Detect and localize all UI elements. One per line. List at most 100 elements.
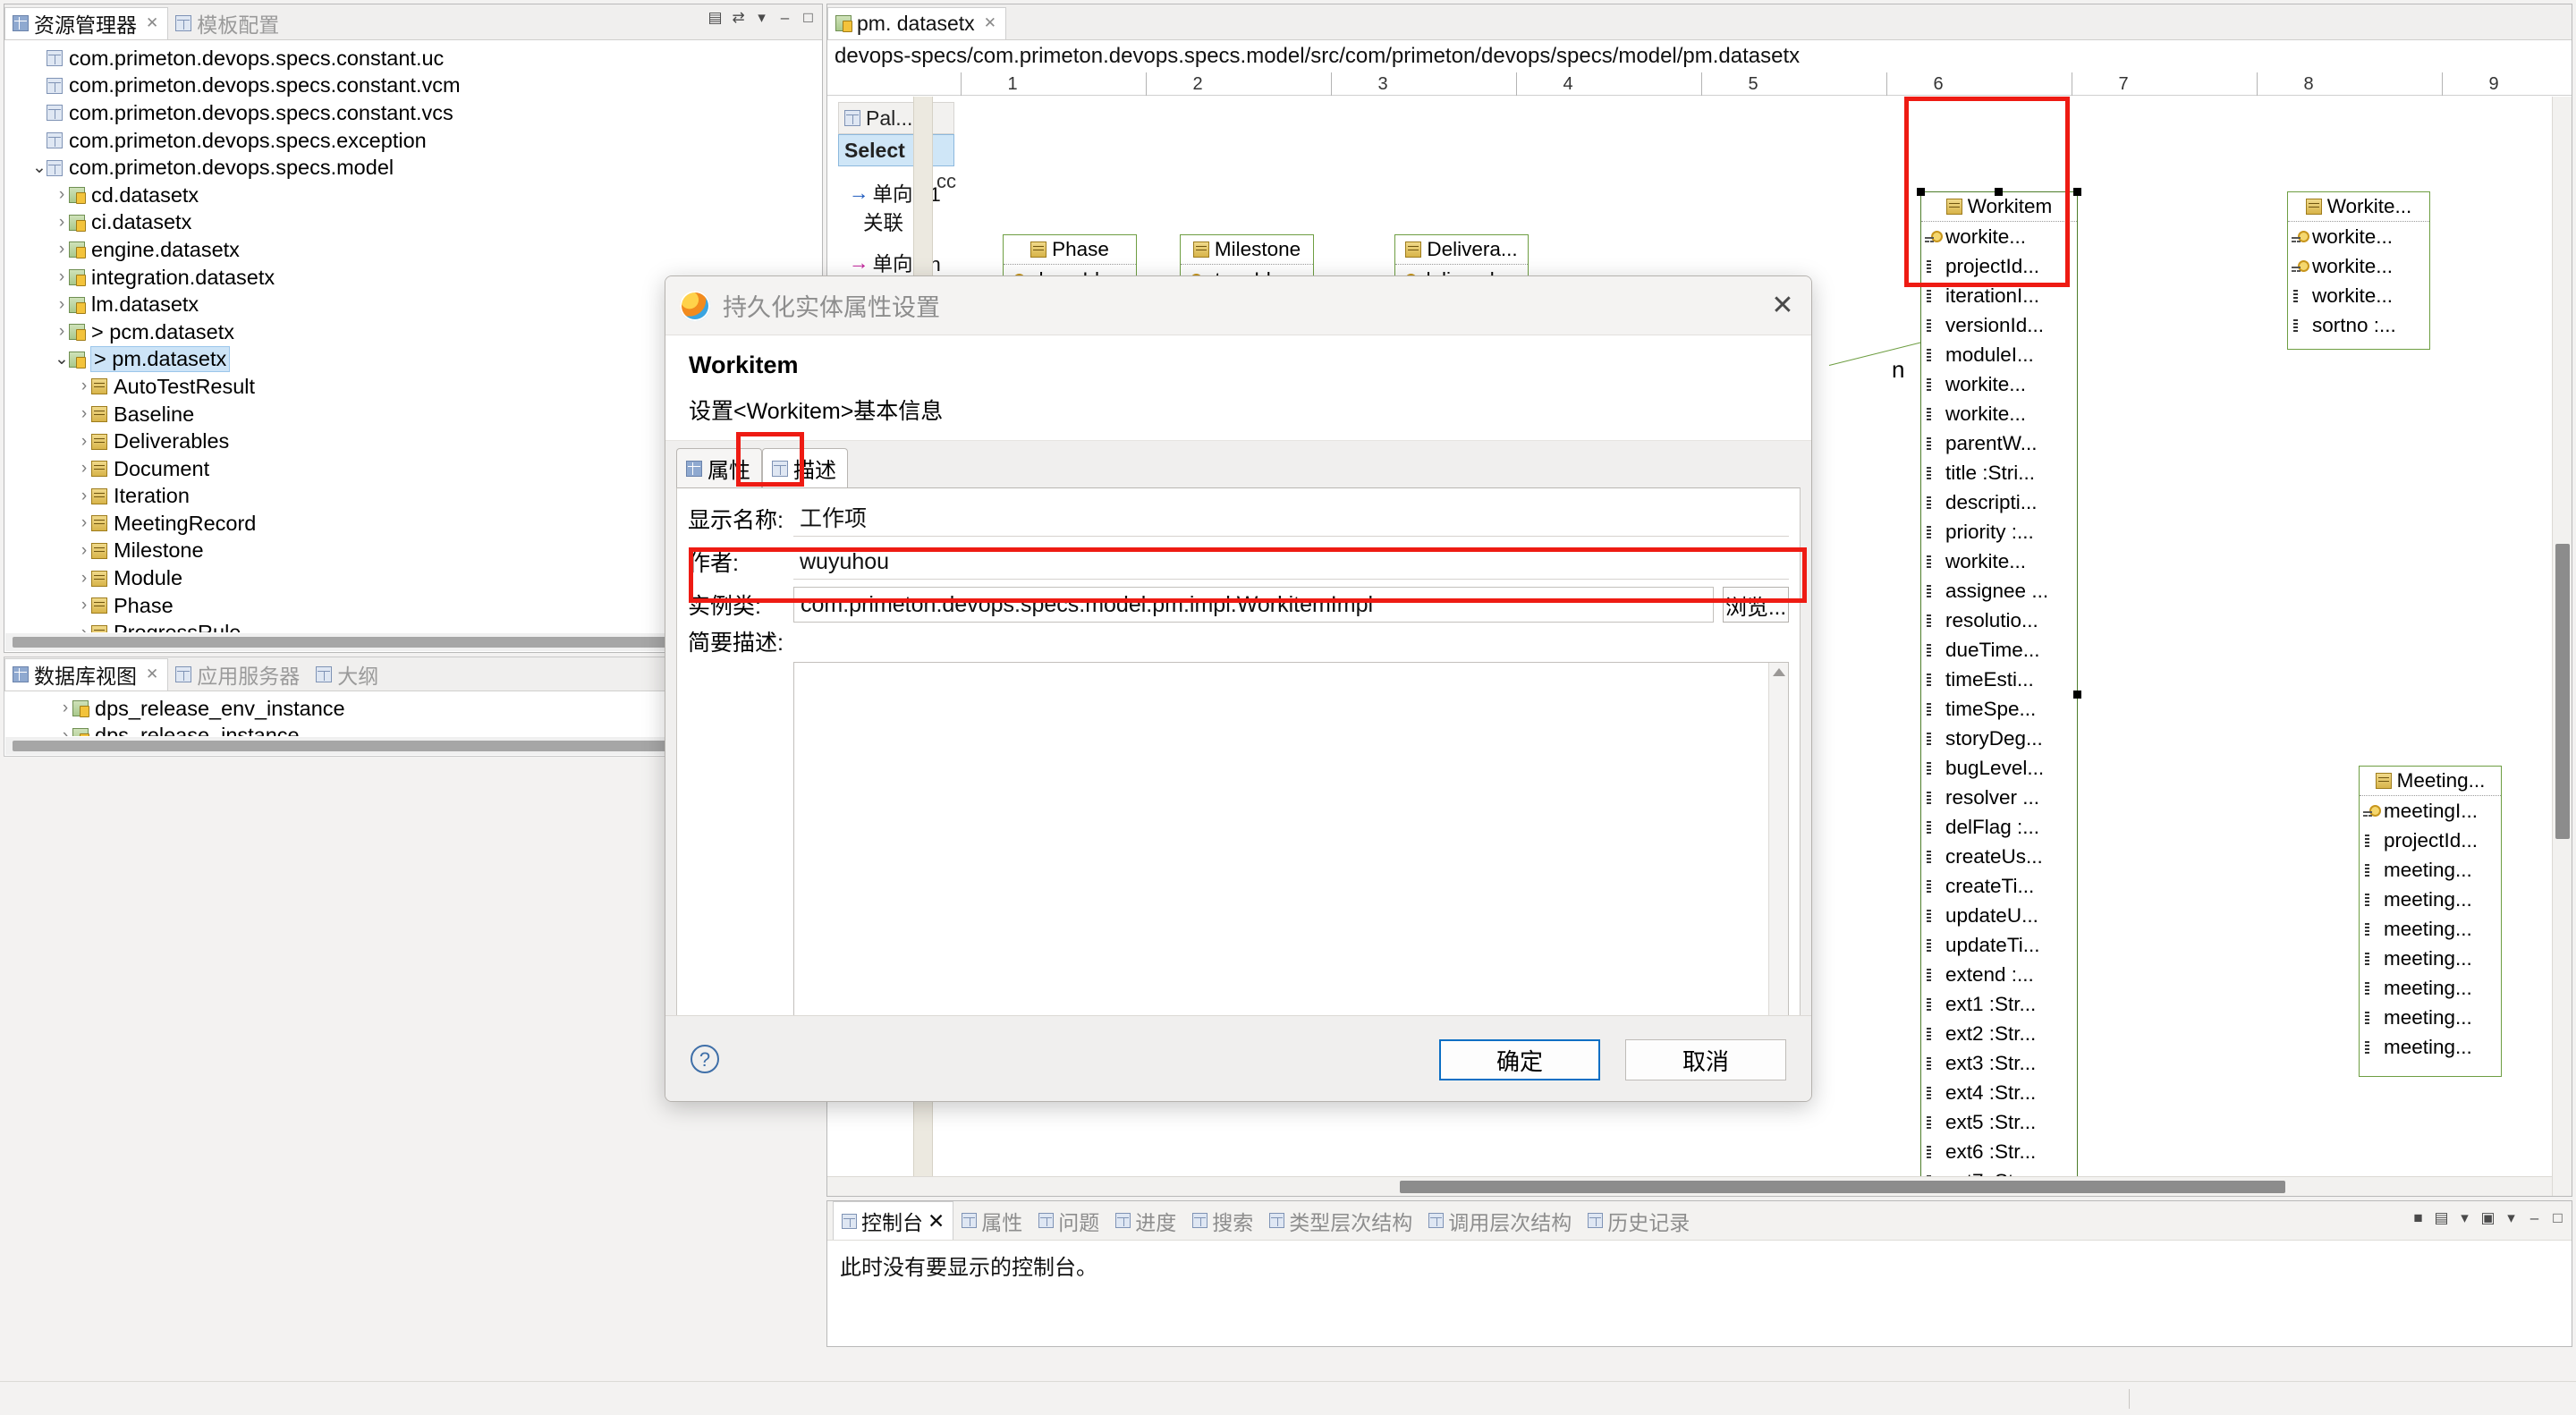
- console-tab[interactable]: 类型层次结构: [1261, 1202, 1420, 1240]
- chevron-right-icon[interactable]: ›: [55, 213, 69, 233]
- entity-attribute-row[interactable]: ext1 :Str...: [1921, 989, 2077, 1019]
- entity-attribute-row[interactable]: meeting...: [2360, 914, 2501, 944]
- entity-box[interactable]: Workitemworkite...projectId...iterationI…: [1920, 191, 2078, 1196]
- entity-attribute-row[interactable]: versionId...: [1921, 310, 2077, 340]
- view-menu-icon[interactable]: ▾: [753, 10, 770, 25]
- clear-icon[interactable]: ▤: [2433, 1210, 2450, 1225]
- entity-attribute-row[interactable]: resolutio...: [1921, 606, 2077, 635]
- palette-header[interactable]: Pal...: [838, 102, 954, 134]
- tab-app-server[interactable]: 应用服务器: [168, 658, 309, 691]
- tab-template-config[interactable]: 模板配置: [168, 7, 288, 39]
- resize-handle[interactable]: [2073, 188, 2081, 196]
- chevron-right-icon[interactable]: ›: [58, 726, 72, 736]
- entity-attribute-row[interactable]: ext6 :Str...: [1921, 1137, 2077, 1166]
- entity-attribute-row[interactable]: ext5 :Str...: [1921, 1107, 2077, 1137]
- entity-attribute-row[interactable]: workite...: [2288, 251, 2429, 281]
- chevron-right-icon[interactable]: ›: [77, 377, 91, 396]
- tab-pm-datasetx[interactable]: pm. datasetx ✕: [827, 7, 1006, 39]
- tree-item[interactable]: ›engine.datasetx: [4, 236, 822, 264]
- tree-item[interactable]: ›ci.datasetx: [4, 209, 822, 237]
- console-tab[interactable]: 属性: [953, 1202, 1030, 1240]
- scroll-thumb[interactable]: [1400, 1181, 2285, 1193]
- canvas-vscrollbar[interactable]: [2552, 97, 2572, 1196]
- entity-attribute-row[interactable]: ext4 :Str...: [1921, 1078, 2077, 1107]
- console-tab[interactable]: 问题: [1030, 1202, 1107, 1240]
- entity-attribute-row[interactable]: workite...: [2288, 281, 2429, 310]
- entity-attribute-row[interactable]: createUs...: [1921, 842, 2077, 871]
- chevron-down-icon[interactable]: ⌄: [32, 157, 47, 178]
- chevron-right-icon[interactable]: ›: [55, 322, 69, 342]
- entity-attribute-row[interactable]: workite...: [1921, 369, 2077, 399]
- chevron-right-icon[interactable]: ›: [77, 513, 91, 533]
- entity-box[interactable]: Workite...workite...workite...workite...…: [2287, 191, 2430, 350]
- entity-attribute-row[interactable]: meeting...: [2360, 944, 2501, 973]
- entity-attribute-row[interactable]: sortno :...: [2288, 310, 2429, 340]
- chevron-right-icon[interactable]: ›: [77, 404, 91, 424]
- entity-box[interactable]: Meeting...meetingI...projectId...meeting…: [2359, 766, 2502, 1077]
- console-menu-icon[interactable]: ▾: [2503, 1210, 2520, 1225]
- scroll-thumb[interactable]: [13, 741, 692, 751]
- chevron-down-icon[interactable]: ⌄: [55, 349, 69, 369]
- help-icon[interactable]: ?: [691, 1045, 719, 1073]
- chevron-right-icon[interactable]: ›: [77, 569, 91, 589]
- entity-attribute-row[interactable]: meetingI...: [2360, 796, 2501, 826]
- entity-attribute-row[interactable]: resolver ...: [1921, 783, 2077, 812]
- chevron-right-icon[interactable]: ›: [58, 699, 72, 718]
- entity-attribute-row[interactable]: extend :...: [1921, 960, 2077, 989]
- entity-attribute-row[interactable]: ext3 :Str...: [1921, 1048, 2077, 1078]
- resize-handle[interactable]: [2073, 691, 2081, 699]
- console-tab[interactable]: 进度: [1107, 1202, 1184, 1240]
- entity-attribute-row[interactable]: iterationI...: [1921, 281, 2077, 310]
- entity-attribute-row[interactable]: updateU...: [1921, 901, 2077, 930]
- minimize-icon[interactable]: –: [2526, 1210, 2543, 1225]
- tree-item[interactable]: com.primeton.devops.specs.constant.uc: [4, 45, 822, 72]
- instance-class-input[interactable]: com.primeton.devops.specs.model.pm.impl.…: [793, 587, 1714, 623]
- chevron-right-icon[interactable]: ›: [77, 487, 91, 506]
- entity-attribute-row[interactable]: parentW...: [1921, 428, 2077, 458]
- console-tab[interactable]: 调用层次结构: [1420, 1202, 1580, 1240]
- chevron-right-icon[interactable]: ›: [77, 623, 91, 632]
- tab-database-view[interactable]: 数据库视图 ✕: [4, 658, 168, 691]
- entity-attribute-row[interactable]: dueTime...: [1921, 635, 2077, 665]
- pin-icon[interactable]: ▾: [2456, 1210, 2473, 1225]
- terminate-icon[interactable]: ■: [2410, 1210, 2427, 1225]
- entity-attribute-row[interactable]: createTi...: [1921, 871, 2077, 901]
- dialog-close-button[interactable]: ✕: [1768, 292, 1797, 321]
- palette-tool-select[interactable]: Select: [838, 134, 954, 166]
- entity-attribute-row[interactable]: assignee ...: [1921, 576, 2077, 606]
- chevron-right-icon[interactable]: ›: [55, 240, 69, 259]
- entity-attribute-row[interactable]: timeSpe...: [1921, 694, 2077, 724]
- tab-outline[interactable]: 大纲: [309, 658, 387, 691]
- tree-item[interactable]: ›cd.datasetx: [4, 182, 822, 209]
- scroll-thumb[interactable]: [2555, 544, 2570, 839]
- entity-attribute-row[interactable]: projectId...: [2360, 826, 2501, 855]
- console-tab[interactable]: 历史记录: [1580, 1202, 1698, 1240]
- entity-attribute-row[interactable]: priority :...: [1921, 517, 2077, 547]
- chevron-right-icon[interactable]: ›: [77, 432, 91, 452]
- maximize-icon[interactable]: □: [2549, 1210, 2566, 1225]
- entity-attribute-row[interactable]: bugLevel...: [1921, 753, 2077, 783]
- entity-attribute-row[interactable]: workite...: [1921, 547, 2077, 576]
- maximize-icon[interactable]: □: [800, 10, 817, 25]
- chevron-right-icon[interactable]: ›: [55, 185, 69, 205]
- entity-attribute-row[interactable]: delFlag :...: [1921, 812, 2077, 842]
- canvas-hscrollbar[interactable]: [827, 1176, 2552, 1196]
- cancel-button[interactable]: 取消: [1625, 1039, 1786, 1080]
- entity-attribute-row[interactable]: storyDeg...: [1921, 724, 2077, 753]
- entity-attribute-row[interactable]: updateTi...: [1921, 930, 2077, 960]
- entity-attribute-row[interactable]: title :Stri...: [1921, 458, 2077, 487]
- tab-resource-explorer[interactable]: 资源管理器 ✕: [4, 7, 168, 39]
- console-tab[interactable]: 搜索: [1184, 1202, 1261, 1240]
- resize-handle[interactable]: [1995, 188, 2003, 196]
- minimize-icon[interactable]: –: [776, 10, 793, 25]
- display-name-input[interactable]: 工作项: [793, 501, 1789, 537]
- link-editor-icon[interactable]: ⇄: [730, 10, 747, 25]
- tree-item[interactable]: com.primeton.devops.specs.exception: [4, 127, 822, 155]
- tree-item[interactable]: ⌄com.primeton.devops.specs.model: [4, 154, 822, 182]
- close-icon[interactable]: ✕: [928, 1209, 945, 1233]
- tree-item[interactable]: com.primeton.devops.specs.constant.vcm: [4, 72, 822, 100]
- entity-attribute-row[interactable]: meeting...: [2360, 855, 2501, 885]
- entity-attribute-row[interactable]: descripti...: [1921, 487, 2077, 517]
- dialog-tab-properties[interactable]: 属性: [676, 448, 762, 487]
- dialog-tab-description[interactable]: 描述: [762, 448, 848, 487]
